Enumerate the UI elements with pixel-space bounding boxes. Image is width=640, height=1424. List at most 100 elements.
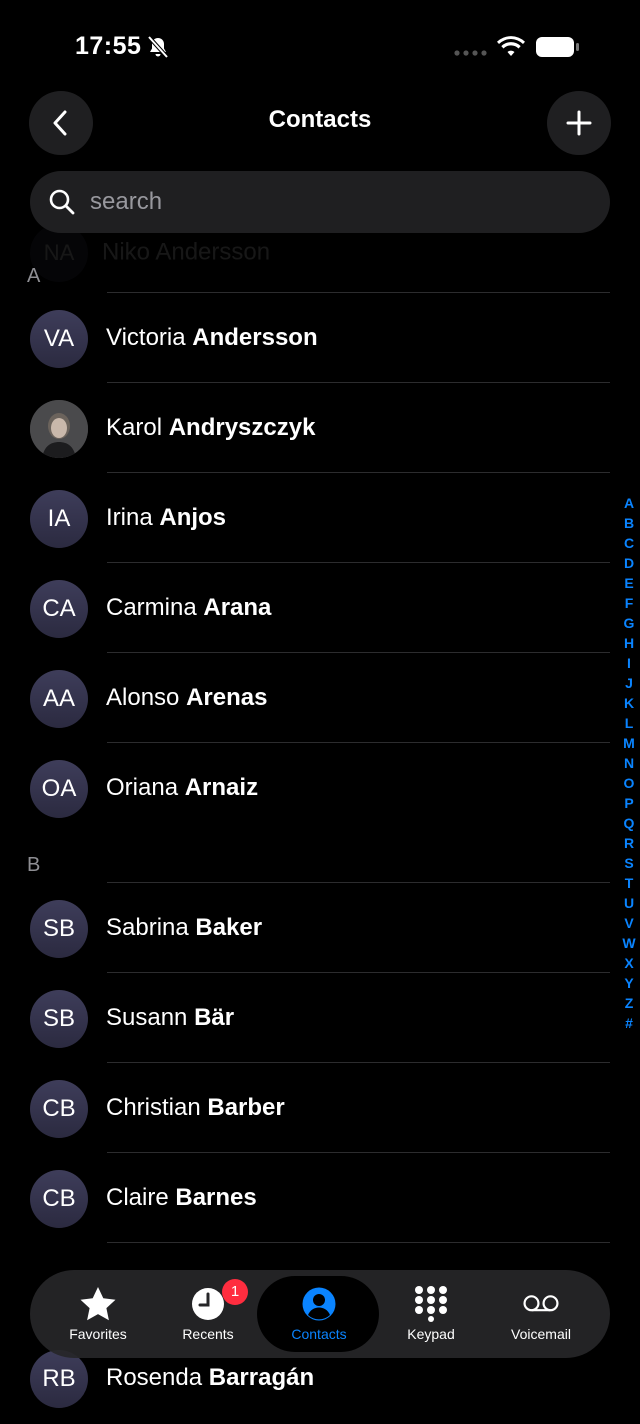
contact-row[interactable]: CB Claire Barnes [0,1154,612,1244]
index-letter[interactable]: Z [620,993,638,1013]
tab-bar: Favorites Recents Contacts Keypad Voicem… [30,1270,610,1358]
voicemail-icon [523,1295,559,1312]
index-letter[interactable]: D [620,553,638,573]
battery-icon [536,37,579,57]
index-letter[interactable]: C [620,533,638,553]
star-icon [80,1287,116,1321]
tab-recents[interactable]: Recents [150,1270,266,1358]
divider [107,882,610,883]
avatar: SB [30,900,88,958]
tab-keypad[interactable]: Keypad [373,1270,489,1358]
divider [107,1152,610,1153]
contact-name: Oriana Arnaiz [106,774,259,801]
index-letter[interactable]: M [620,733,638,753]
contact-row[interactable]: CA Carmina Arana [0,564,612,654]
divider [107,472,610,473]
contact-name: Victoria Andersson [106,324,318,351]
tab-label: Recents [182,1326,234,1342]
contact-name: Christian Barber [106,1094,285,1121]
index-letter[interactable]: G [620,613,638,633]
avatar: CB [30,1170,88,1228]
tab-contacts[interactable]: Contacts [257,1270,379,1358]
index-letter[interactable]: L [620,713,638,733]
tab-label: Contacts [291,1326,347,1342]
tab-label: Voicemail [511,1326,571,1342]
divider [107,292,610,293]
index-letter[interactable]: Q [620,813,638,833]
contact-row[interactable]: VA Victoria Andersson [0,294,612,384]
index-letter[interactable]: J [620,673,638,693]
wifi-icon [497,36,525,56]
contact-name: Susann Bär [106,1004,235,1031]
index-letter[interactable]: W [620,933,638,953]
contact-name: Sabrina Baker [106,914,263,941]
index-letter[interactable]: T [620,873,638,893]
index-letter[interactable]: O [620,773,638,793]
index-letter[interactable]: U [620,893,638,913]
contact-row[interactable]: SB Sabrina Baker [0,884,612,974]
index-letter[interactable]: F [620,593,638,613]
index-letter[interactable]: B [620,513,638,533]
avatar: VA [30,310,88,368]
status-bar: 17:55 [0,0,640,90]
divider [107,1242,610,1243]
contact-name: Karol Andryszczyk [106,414,316,441]
avatar: AA [30,670,88,728]
tab-favorites[interactable]: Favorites [40,1270,156,1358]
status-time: 17:55 [75,32,142,60]
contact-row[interactable]: OA Oriana Arnaiz [0,744,612,834]
contact-row[interactable]: AA Alonso Arenas [0,654,612,744]
tab-voicemail[interactable]: Voicemail [483,1270,599,1358]
section-header-a: A [27,265,41,287]
avatar: IA [30,490,88,548]
contact-name: Alonso Arenas [106,684,268,711]
contact-row[interactable]: IA Irina Anjos [0,474,612,564]
clock-icon [192,1288,224,1320]
contact-name: Claire Barnes [106,1184,257,1211]
divider [107,1062,610,1063]
contact-row[interactable]: Karol Andryszczyk [0,384,612,474]
divider [107,742,610,743]
tab-label: Keypad [407,1326,455,1342]
index-letter[interactable]: N [620,753,638,773]
index-letter[interactable]: S [620,853,638,873]
contact-row[interactable]: SB Susann Bär [0,974,612,1064]
divider [107,562,610,563]
portrait-photo-icon [30,400,88,458]
index-letter[interactable]: P [620,793,638,813]
tab-label: Favorites [69,1326,127,1342]
add-contact-button[interactable] [547,91,611,155]
index-letter[interactable]: H [620,633,638,653]
search-bar[interactable] [30,171,610,233]
contact-name: Carmina Arana [106,594,272,621]
silent-bell-icon [147,36,169,58]
avatar: OA [30,760,88,818]
index-letter[interactable]: K [620,693,638,713]
index-letter[interactable]: I [620,653,638,673]
person-circle-icon [302,1287,336,1321]
recents-badge: 1 [222,1279,248,1305]
divider [107,652,610,653]
avatar: CB [30,1080,88,1138]
contact-name: Rosenda Barragán [106,1364,315,1391]
divider [107,972,610,973]
search-icon [49,189,75,215]
index-letter[interactable]: E [620,573,638,593]
alphabet-index[interactable]: A B C D E F G H I J K L M N O P Q R S T U V W X Y Z # [620,493,638,1033]
avatar: CA [30,580,88,638]
index-letter[interactable]: Y [620,973,638,993]
index-letter[interactable]: # [620,1013,638,1033]
index-letter[interactable]: A [620,493,638,513]
contact-row[interactable]: CB Christian Barber [0,1064,612,1154]
avatar-photo [30,400,88,458]
index-letter[interactable]: V [620,913,638,933]
signal-dots-icon [454,50,487,56]
divider [107,382,610,383]
index-letter[interactable]: X [620,953,638,973]
keypad-icon [415,1286,447,1322]
search-input[interactable] [88,187,572,217]
avatar: SB [30,990,88,1048]
page-title: Contacts [268,106,372,133]
index-letter[interactable]: R [620,833,638,853]
plus-icon [566,110,592,136]
